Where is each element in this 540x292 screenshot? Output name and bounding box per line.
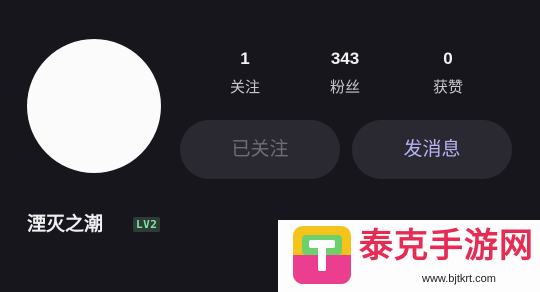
stat-following-label: 关注: [229, 78, 260, 96]
stat-likes[interactable]: 0 获赞: [398, 48, 498, 98]
profile-stats: 1 关注 343 粉丝 0 获赞: [195, 48, 500, 100]
profile-name: 湮灭之潮: [27, 213, 104, 235]
level-badge: LV2: [133, 217, 161, 232]
avatar[interactable]: [27, 39, 161, 173]
watermark-logo-icon: [293, 226, 351, 284]
stat-followers-label: 粉丝: [329, 78, 360, 96]
followed-button[interactable]: 已关注: [180, 120, 340, 179]
watermark: 泰克手游网 www.bjtkrt.com: [278, 220, 540, 292]
stat-likes-count: 0: [443, 49, 453, 68]
stat-following-count: 1: [240, 49, 250, 68]
watermark-title: 泰克手游网: [359, 226, 534, 266]
watermark-url: www.bjtkrt.com: [422, 273, 496, 285]
stat-following[interactable]: 1 关注: [195, 48, 295, 98]
stat-likes-label: 获赞: [432, 78, 463, 96]
stat-followers-count: 343: [330, 49, 360, 68]
send-message-button[interactable]: 发消息: [352, 120, 512, 179]
stat-followers[interactable]: 343 粉丝: [295, 48, 395, 98]
